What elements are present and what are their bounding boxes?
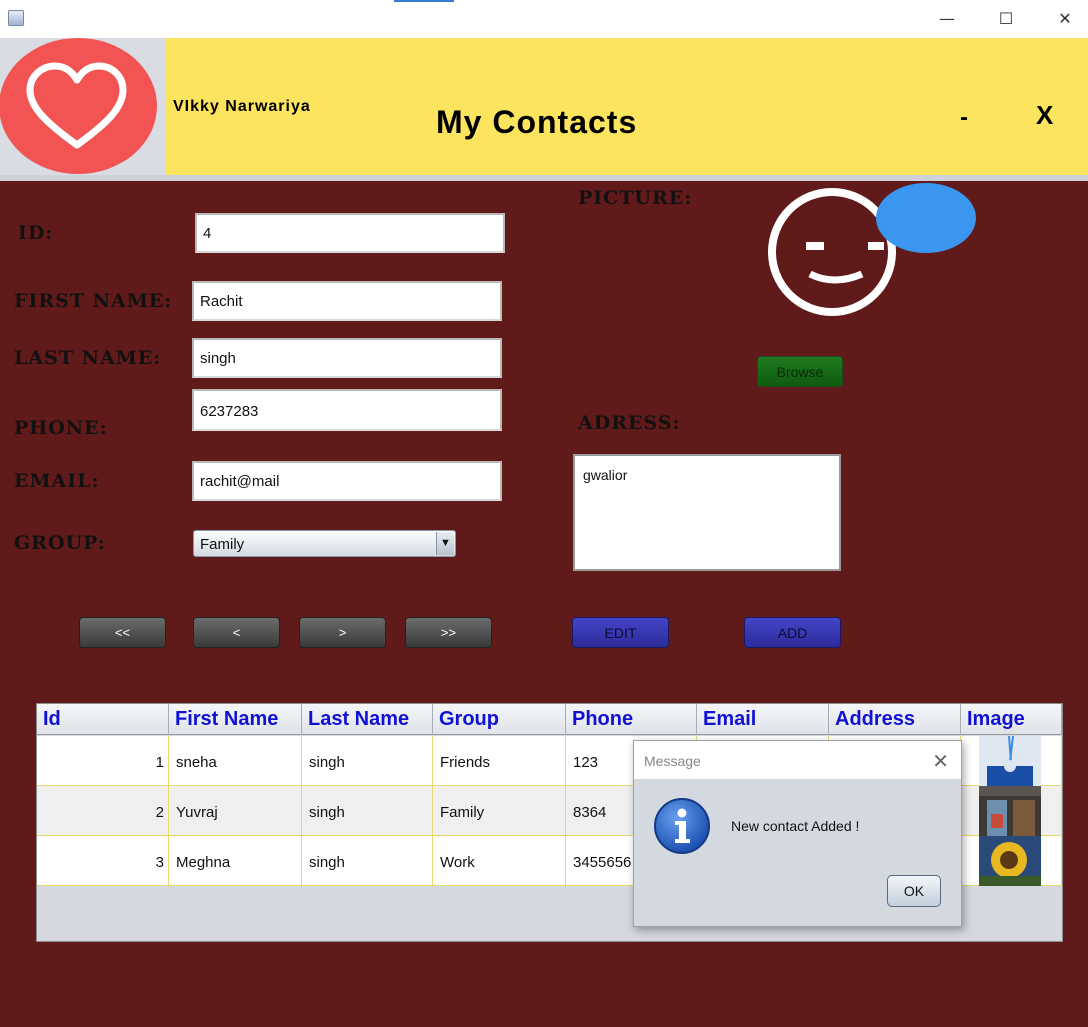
column-header-first-name[interactable]: First Name <box>169 704 302 735</box>
window-maximize-button[interactable]: ☐ <box>986 6 1026 32</box>
cell-last-name: singh <box>302 786 433 836</box>
column-header-id[interactable]: Id <box>37 704 169 735</box>
email-field[interactable]: rachit@mail <box>192 461 502 501</box>
group-select[interactable]: Family ▼ <box>193 530 456 557</box>
column-header-phone[interactable]: Phone <box>566 704 697 735</box>
cell-id: 1 <box>37 736 169 786</box>
cell-group: Family <box>433 786 566 836</box>
header-close-button[interactable]: X <box>1036 100 1053 131</box>
contact-thumbnail-image <box>979 736 1041 786</box>
cell-last-name: singh <box>302 836 433 886</box>
previous-record-button[interactable]: < <box>193 617 280 648</box>
address-field[interactable]: gwalior <box>573 454 841 571</box>
table-header: Id First Name Last Name Group Phone Emai… <box>37 704 1062 735</box>
browse-button[interactable]: Browse <box>757 356 843 387</box>
heart-icon <box>0 38 157 174</box>
phone-label: Phone: <box>14 417 108 439</box>
first-name-label: First Name: <box>14 290 173 312</box>
contact-thumbnail-image <box>979 786 1041 836</box>
edit-button[interactable]: EDIT <box>572 617 669 648</box>
add-button[interactable]: ADD <box>744 617 841 648</box>
cell-id: 2 <box>37 786 169 836</box>
cell-first-name: Yuvraj <box>169 786 302 836</box>
column-header-group[interactable]: Group <box>433 704 566 735</box>
contact-thumbnail-image <box>979 836 1041 886</box>
picture-label: Picture: <box>578 187 693 209</box>
window-minimize-button[interactable]: — <box>927 6 967 32</box>
message-dialog[interactable]: Message ✕ New contact Added ! OK <box>633 740 962 927</box>
user-name: VIkky Narwariya <box>173 98 311 115</box>
id-label: ID: <box>18 222 54 244</box>
email-label: Email: <box>14 470 100 492</box>
address-label: Adress: <box>578 412 681 434</box>
window-close-button[interactable]: ✕ <box>1045 6 1085 32</box>
focus-indicator <box>394 0 454 2</box>
column-header-address[interactable]: Address <box>829 704 961 735</box>
contact-picture <box>768 183 976 316</box>
dialog-message: New contact Added ! <box>731 818 860 834</box>
cell-group: Work <box>433 836 566 886</box>
group-select-value: Family <box>200 536 245 553</box>
cell-id: 3 <box>37 836 169 886</box>
java-app-icon <box>8 10 24 26</box>
cell-first-name: sneha <box>169 736 302 786</box>
last-record-button[interactable]: >> <box>405 617 492 648</box>
app-header: VIkky Narwariya My Contacts - X <box>0 38 1088 181</box>
column-header-email[interactable]: Email <box>697 704 829 735</box>
page-title: My Contacts <box>436 104 638 140</box>
cell-group: Friends <box>433 736 566 786</box>
header-minimize-button[interactable]: - <box>960 104 968 132</box>
close-icon[interactable]: ✕ <box>932 749 949 773</box>
dialog-title: Message <box>634 741 961 779</box>
first-name-field[interactable]: Rachit <box>192 281 502 321</box>
first-record-button[interactable]: << <box>79 617 166 648</box>
cell-first-name: Meghna <box>169 836 302 886</box>
group-label: Group: <box>14 532 106 554</box>
last-name-field[interactable]: singh <box>192 338 502 378</box>
cell-last-name: singh <box>302 736 433 786</box>
info-icon <box>654 798 710 854</box>
phone-field[interactable]: 6237283 <box>192 389 502 431</box>
ok-button[interactable]: OK <box>887 875 941 907</box>
column-header-image[interactable]: Image <box>961 704 1062 735</box>
window-titlebar: — ☐ ✕ <box>0 0 1088 38</box>
next-record-button[interactable]: > <box>299 617 386 648</box>
column-header-last-name[interactable]: Last Name <box>302 704 433 735</box>
header-divider <box>0 175 1088 181</box>
chevron-down-icon[interactable]: ▼ <box>436 532 454 555</box>
last-name-label: Last Name: <box>14 347 162 369</box>
id-field[interactable]: 4 <box>195 213 505 253</box>
